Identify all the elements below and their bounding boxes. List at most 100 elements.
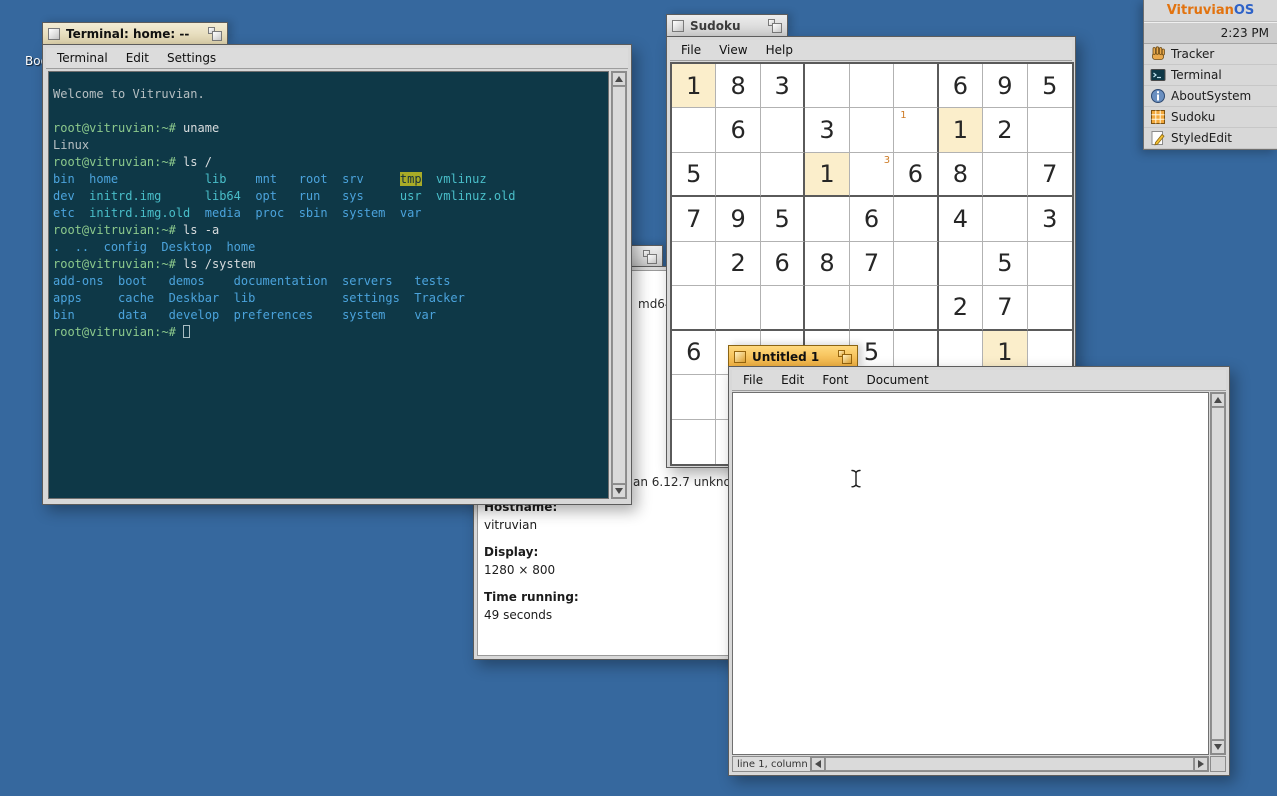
sudoku-cell-r8c1[interactable] <box>672 375 716 419</box>
stylededit-window-tab[interactable]: Untitled 1 <box>728 345 858 367</box>
stylededit-vertical-scrollbar[interactable] <box>1210 392 1226 755</box>
sudoku-cell-r2c2[interactable]: 6 <box>716 108 760 152</box>
deskbar-clock[interactable]: 2:23 PM <box>1144 22 1277 44</box>
sudoku-cell-r6c1[interactable] <box>672 286 716 330</box>
scrollbar-thumb[interactable] <box>612 86 626 484</box>
sudoku-cell-r6c8[interactable]: 7 <box>983 286 1027 330</box>
sudoku-cell-r3c5[interactable]: 3 <box>850 153 894 197</box>
sudoku-menu-view[interactable]: View <box>710 40 756 60</box>
sudoku-cell-r1c6[interactable] <box>894 64 938 108</box>
sudoku-cell-r1c1[interactable]: 1 <box>672 64 716 108</box>
zoom-icon[interactable] <box>208 27 222 41</box>
sudoku-cell-r2c7[interactable]: 1 <box>939 108 983 152</box>
sudoku-cell-r2c8[interactable]: 2 <box>983 108 1027 152</box>
deskbar-item-stylededit[interactable]: StyledEdit <box>1144 128 1277 149</box>
sudoku-cell-r9c1[interactable] <box>672 420 716 464</box>
sudoku-menu-file[interactable]: File <box>672 40 710 60</box>
sudoku-cell-r1c2[interactable]: 8 <box>716 64 760 108</box>
stylededit-menu-font[interactable]: Font <box>813 370 857 390</box>
scrollbar-thumb[interactable] <box>1211 407 1225 740</box>
deskbar-item-label: AboutSystem <box>1171 89 1251 103</box>
sudoku-cell-r2c9[interactable] <box>1028 108 1072 152</box>
close-icon[interactable] <box>734 351 746 363</box>
sudoku-cell-r7c1[interactable]: 6 <box>672 331 716 375</box>
sudoku-cell-r3c8[interactable] <box>983 153 1027 197</box>
scroll-right-button[interactable] <box>1194 757 1208 771</box>
stylededit-menu-document[interactable]: Document <box>857 370 937 390</box>
sudoku-cell-r4c6[interactable] <box>894 197 938 241</box>
close-icon[interactable] <box>672 20 684 32</box>
sudoku-cell-r4c3[interactable]: 5 <box>761 197 805 241</box>
sudoku-cell-r5c5[interactable]: 7 <box>850 242 894 286</box>
sudoku-cell-r1c5[interactable] <box>850 64 894 108</box>
sudoku-cell-r6c3[interactable] <box>761 286 805 330</box>
sudoku-cell-r5c6[interactable] <box>894 242 938 286</box>
sudoku-cell-r6c4[interactable] <box>805 286 849 330</box>
sudoku-cell-r6c2[interactable] <box>716 286 760 330</box>
sudoku-cell-r1c4[interactable] <box>805 64 849 108</box>
sudoku-cell-r6c7[interactable]: 2 <box>939 286 983 330</box>
sudoku-cell-r5c7[interactable] <box>939 242 983 286</box>
sudoku-cell-r4c8[interactable] <box>983 197 1027 241</box>
sudoku-cell-r5c3[interactable]: 6 <box>761 242 805 286</box>
scroll-down-button[interactable] <box>1211 740 1225 754</box>
sudoku-cell-r2c5[interactable] <box>850 108 894 152</box>
terminal-scrollbar[interactable] <box>611 71 627 499</box>
sudoku-cell-r5c9[interactable] <box>1028 242 1072 286</box>
sudoku-cell-r1c9[interactable]: 5 <box>1028 64 1072 108</box>
sudoku-cell-r5c1[interactable] <box>672 242 716 286</box>
scroll-up-button[interactable] <box>612 72 626 86</box>
zoom-icon[interactable] <box>643 250 657 264</box>
deskbar-item-tracker[interactable]: Tracker <box>1144 44 1277 65</box>
scrollbar-thumb[interactable] <box>825 757 1194 771</box>
deskbar-item-aboutsystem[interactable]: AboutSystem <box>1144 86 1277 107</box>
sudoku-cell-r1c3[interactable]: 3 <box>761 64 805 108</box>
sudoku-cell-r6c6[interactable] <box>894 286 938 330</box>
sudoku-cell-r4c7[interactable]: 4 <box>939 197 983 241</box>
stylededit-menu-file[interactable]: File <box>734 370 772 390</box>
terminal-menu-edit[interactable]: Edit <box>117 48 158 68</box>
deskbar-menu[interactable]: VitruvianOS <box>1144 0 1277 22</box>
resize-grip[interactable] <box>1210 756 1226 772</box>
stylededit-text-area[interactable] <box>732 392 1209 755</box>
sudoku-cell-r2c1[interactable] <box>672 108 716 152</box>
stylededit-horizontal-scrollbar[interactable] <box>810 756 1209 772</box>
sudoku-cell-r3c2[interactable] <box>716 153 760 197</box>
scroll-down-button[interactable] <box>612 484 626 498</box>
sudoku-cell-r3c1[interactable]: 5 <box>672 153 716 197</box>
scroll-up-button[interactable] <box>1211 393 1225 407</box>
sudoku-cell-r3c4[interactable]: 1 <box>805 153 849 197</box>
zoom-icon[interactable] <box>768 19 782 33</box>
deskbar-item-terminal[interactable]: Terminal <box>1144 65 1277 86</box>
sudoku-window-tab[interactable]: Sudoku <box>666 14 788 36</box>
sudoku-cell-r2c3[interactable] <box>761 108 805 152</box>
sudoku-cell-r5c8[interactable]: 5 <box>983 242 1027 286</box>
scroll-left-button[interactable] <box>811 757 825 771</box>
sudoku-cell-r4c5[interactable]: 6 <box>850 197 894 241</box>
sudoku-cell-r6c5[interactable] <box>850 286 894 330</box>
sudoku-cell-r3c7[interactable]: 8 <box>939 153 983 197</box>
zoom-icon[interactable] <box>838 350 852 364</box>
sudoku-cell-r4c1[interactable]: 7 <box>672 197 716 241</box>
sudoku-cell-r4c2[interactable]: 9 <box>716 197 760 241</box>
terminal-window-tab[interactable]: Terminal: home: -- <box>42 22 228 44</box>
sudoku-cell-r5c4[interactable]: 8 <box>805 242 849 286</box>
sudoku-cell-r3c9[interactable]: 7 <box>1028 153 1072 197</box>
sudoku-cell-r6c9[interactable] <box>1028 286 1072 330</box>
terminal-menu-settings[interactable]: Settings <box>158 48 225 68</box>
sudoku-cell-r5c2[interactable]: 2 <box>716 242 760 286</box>
sudoku-cell-r1c7[interactable]: 6 <box>939 64 983 108</box>
sudoku-cell-r2c6[interactable]: 1 <box>894 108 938 152</box>
sudoku-cell-r4c9[interactable]: 3 <box>1028 197 1072 241</box>
sudoku-menu-help[interactable]: Help <box>757 40 802 60</box>
sudoku-cell-r2c4[interactable]: 3 <box>805 108 849 152</box>
stylededit-menu-edit[interactable]: Edit <box>772 370 813 390</box>
sudoku-cell-r4c4[interactable] <box>805 197 849 241</box>
terminal-menu-terminal[interactable]: Terminal <box>48 48 117 68</box>
deskbar-item-sudoku[interactable]: Sudoku <box>1144 107 1277 128</box>
close-icon[interactable] <box>48 28 60 40</box>
terminal-view[interactable]: Welcome to Vitruvian. root@vitruvian:~# … <box>48 71 609 499</box>
sudoku-cell-r1c8[interactable]: 9 <box>983 64 1027 108</box>
sudoku-cell-r3c6[interactable]: 6 <box>894 153 938 197</box>
sudoku-cell-r3c3[interactable] <box>761 153 805 197</box>
